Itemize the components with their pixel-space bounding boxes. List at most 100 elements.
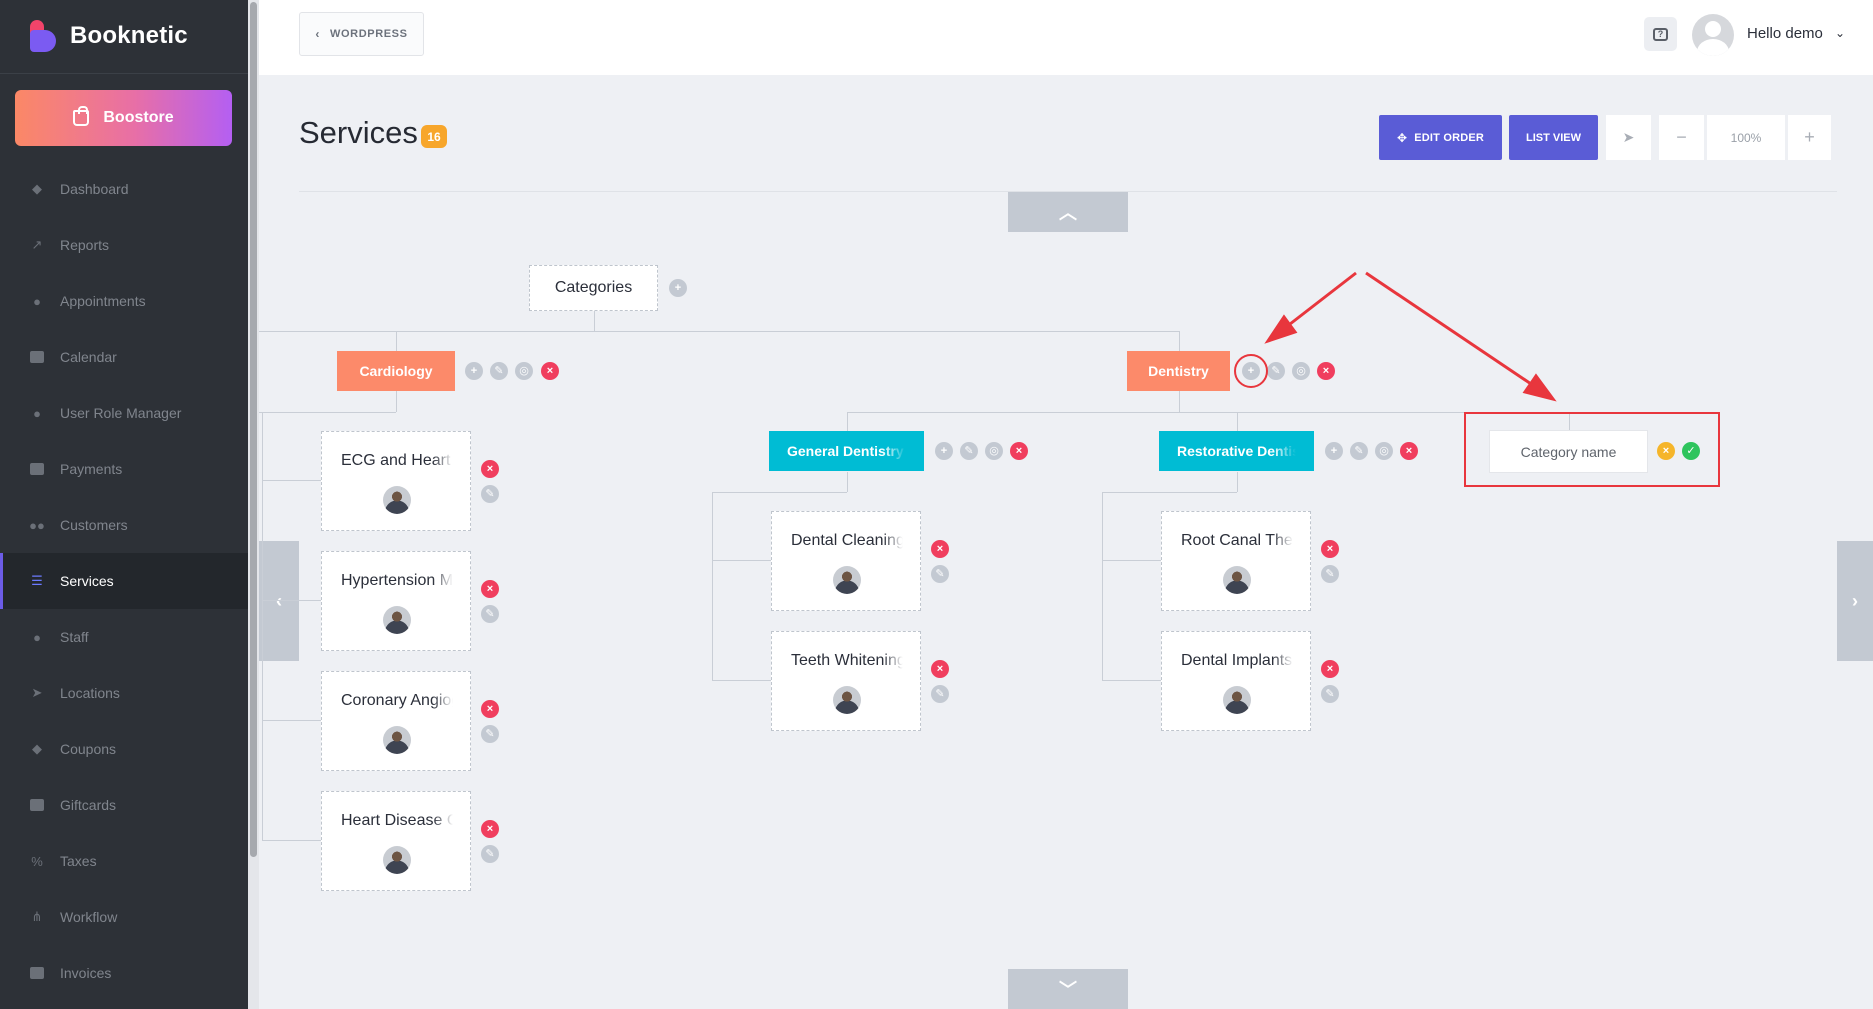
delete-icon[interactable]: × bbox=[481, 820, 499, 838]
service-card[interactable]: Root Canal Therapy bbox=[1161, 511, 1311, 611]
clock-icon: ● bbox=[33, 293, 41, 309]
globe-icon[interactable]: ◎ bbox=[985, 442, 1003, 460]
chevron-left-icon: ‹ bbox=[315, 27, 321, 41]
service-card[interactable]: Hypertension Management bbox=[321, 551, 471, 651]
sidebar-item-giftcards[interactable]: Giftcards bbox=[0, 777, 248, 833]
sidebar-item-staff[interactable]: ● Staff bbox=[0, 609, 248, 665]
delete-icon[interactable]: × bbox=[481, 460, 499, 478]
add-subcategory-icon[interactable]: + bbox=[935, 442, 953, 460]
sidebar-item-appointments[interactable]: ● Appointments bbox=[0, 273, 248, 329]
scroll-right-button[interactable]: › bbox=[1837, 541, 1873, 661]
edit-pencil-icon[interactable]: ✎ bbox=[481, 725, 499, 743]
tag-icon: ◆ bbox=[32, 741, 42, 756]
service-card[interactable]: ECG and Heart Monitoring bbox=[321, 431, 471, 531]
list-view-button[interactable]: LIST VIEW bbox=[1509, 115, 1598, 160]
add-category-icon[interactable]: + bbox=[669, 279, 687, 297]
service-card[interactable]: Dental Cleaning bbox=[771, 511, 921, 611]
avatar[interactable] bbox=[1692, 14, 1734, 56]
service-card[interactable]: Dental Implants bbox=[1161, 631, 1311, 731]
delete-icon[interactable]: × bbox=[1317, 362, 1335, 380]
tree-line bbox=[1237, 412, 1238, 432]
list-icon: ☰ bbox=[31, 573, 43, 588]
edit-pencil-icon[interactable]: ✎ bbox=[1321, 685, 1339, 703]
sidebar-scrollbar[interactable] bbox=[248, 0, 259, 1009]
edit-pencil-icon[interactable]: ✎ bbox=[490, 362, 508, 380]
globe-icon[interactable]: ◎ bbox=[515, 362, 533, 380]
sidebar-item-reports[interactable]: ↗ Reports bbox=[0, 217, 248, 273]
edit-pencil-icon[interactable]: ✎ bbox=[1321, 565, 1339, 583]
zoom-out-button[interactable]: − bbox=[1659, 115, 1704, 160]
sidebar-item-invoices[interactable]: Invoices bbox=[0, 945, 248, 1001]
tree-line bbox=[262, 840, 321, 841]
edit-order-button[interactable]: ✥ EDIT ORDER bbox=[1379, 115, 1502, 160]
delete-icon[interactable]: × bbox=[931, 540, 949, 558]
sidebar-item-label: Customers bbox=[60, 517, 128, 533]
sidebar-item-taxes[interactable]: % Taxes bbox=[0, 833, 248, 889]
delete-icon[interactable]: × bbox=[1321, 660, 1339, 678]
tree-line bbox=[1102, 680, 1161, 681]
brand[interactable]: Booknetic bbox=[30, 18, 188, 54]
delete-icon[interactable]: × bbox=[931, 660, 949, 678]
service-name: Dental Cleaning bbox=[791, 532, 903, 549]
staff-avatar bbox=[383, 486, 411, 514]
sidebar-menu: ◆ Dashboard ↗ Reports ● Appointments Calend… bbox=[0, 161, 248, 1001]
sidebar-item-services[interactable]: ☰ Services bbox=[0, 553, 248, 609]
service-name: Teeth Whitening bbox=[791, 652, 903, 669]
edit-order-label: EDIT ORDER bbox=[1414, 131, 1485, 144]
tree-line bbox=[259, 331, 1179, 332]
sidebar-item-user-role-manager[interactable]: ● User Role Manager bbox=[0, 385, 248, 441]
top-bar bbox=[259, 0, 1873, 75]
globe-icon[interactable]: ◎ bbox=[1375, 442, 1393, 460]
category-label: General Dentistry bbox=[787, 443, 904, 459]
sidebar-item-label: Calendar bbox=[60, 349, 117, 365]
edit-pencil-icon[interactable]: ✎ bbox=[960, 442, 978, 460]
category-dentistry[interactable]: Dentistry bbox=[1127, 351, 1230, 391]
delete-icon[interactable]: × bbox=[481, 580, 499, 598]
category-general-dentistry[interactable]: General Dentistry bbox=[769, 431, 924, 471]
edit-pencil-icon[interactable]: ✎ bbox=[481, 605, 499, 623]
sidebar-item-coupons[interactable]: ◆ Coupons bbox=[0, 721, 248, 777]
sidebar-item-payments[interactable]: Payments bbox=[0, 441, 248, 497]
sidebar-scrollbar-thumb[interactable] bbox=[250, 2, 257, 857]
sidebar-item-workflow[interactable]: ⋔ Workflow bbox=[0, 889, 248, 945]
boostore-button[interactable]: Boostore bbox=[15, 90, 232, 146]
list-view-label: LIST VIEW bbox=[1526, 131, 1581, 144]
location-arrow-icon: ➤ bbox=[1622, 129, 1635, 145]
edit-pencil-icon[interactable]: ✎ bbox=[481, 845, 499, 863]
delete-icon[interactable]: × bbox=[481, 700, 499, 718]
sidebar-item-dashboard[interactable]: ◆ Dashboard bbox=[0, 161, 248, 217]
scroll-left-button[interactable]: ‹ bbox=[259, 541, 299, 661]
edit-pencil-icon[interactable]: ✎ bbox=[1350, 442, 1368, 460]
back-to-wordpress-button[interactable]: ‹ WORDPRESS bbox=[299, 12, 424, 56]
center-view-button[interactable]: ➤ bbox=[1606, 115, 1651, 160]
add-subcategory-icon[interactable]: + bbox=[465, 362, 483, 380]
service-card[interactable]: Heart Disease Consultation bbox=[321, 791, 471, 891]
sidebar-item-customers[interactable]: ●● Customers bbox=[0, 497, 248, 553]
category-cardiology[interactable]: Cardiology bbox=[337, 351, 455, 391]
chevron-right-icon: › bbox=[1852, 590, 1858, 611]
scroll-down-button[interactable]: ﹀ bbox=[1008, 969, 1128, 1009]
user-greeting[interactable]: Hello demo bbox=[1747, 25, 1823, 42]
delete-icon[interactable]: × bbox=[541, 362, 559, 380]
edit-pencil-icon[interactable]: ✎ bbox=[931, 565, 949, 583]
category-restorative-dentistry[interactable]: Restorative Dentistry bbox=[1159, 431, 1314, 471]
delete-icon[interactable]: × bbox=[1321, 540, 1339, 558]
edit-pencil-icon[interactable]: ✎ bbox=[1267, 362, 1285, 380]
service-card[interactable]: Teeth Whitening bbox=[771, 631, 921, 731]
sidebar-item-calendar[interactable]: Calendar bbox=[0, 329, 248, 385]
chevron-down-icon[interactable]: ⌄ bbox=[1835, 26, 1845, 40]
scroll-up-button[interactable]: ︿ bbox=[1008, 192, 1128, 232]
delete-icon[interactable]: × bbox=[1010, 442, 1028, 460]
tree-line bbox=[1179, 391, 1180, 412]
add-subcategory-icon[interactable]: + bbox=[1325, 442, 1343, 460]
edit-pencil-icon[interactable]: ✎ bbox=[931, 685, 949, 703]
help-button[interactable]: ? bbox=[1644, 17, 1677, 51]
sidebar-item-locations[interactable]: ➤ Locations bbox=[0, 665, 248, 721]
delete-icon[interactable]: × bbox=[1400, 442, 1418, 460]
category-label: Cardiology bbox=[359, 363, 433, 379]
service-card[interactable]: Coronary Angiography bbox=[321, 671, 471, 771]
categories-root-node[interactable]: Categories bbox=[529, 265, 658, 311]
edit-pencil-icon[interactable]: ✎ bbox=[481, 485, 499, 503]
zoom-in-button[interactable]: + bbox=[1788, 115, 1831, 160]
globe-icon[interactable]: ◎ bbox=[1292, 362, 1310, 380]
